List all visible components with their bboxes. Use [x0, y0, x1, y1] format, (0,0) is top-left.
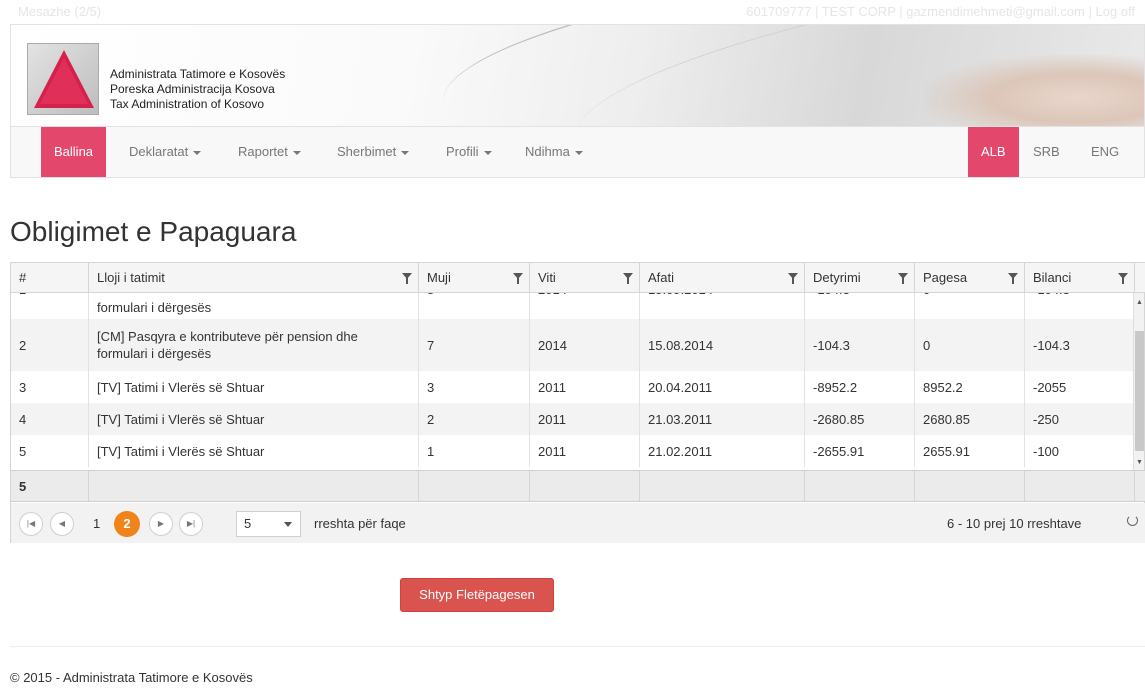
- col-header-pagesa[interactable]: Pagesa: [915, 263, 1025, 293]
- main-nav: Ballina Deklaratat Raportet Sherbimet Pr…: [10, 126, 1145, 178]
- lang-srb[interactable]: SRB: [1033, 127, 1060, 177]
- col-header-bilanci[interactable]: Bilanci: [1025, 263, 1135, 293]
- next-page-icon[interactable]: ▶: [149, 512, 173, 536]
- nav-item-profili[interactable]: Profili: [446, 127, 492, 177]
- lang-eng[interactable]: ENG: [1091, 127, 1119, 177]
- filter-icon[interactable]: [623, 273, 633, 284]
- header-banner: Administrata Tatimore e Kosovës Poreska …: [10, 24, 1145, 126]
- col-header-viti[interactable]: Viti: [530, 263, 640, 293]
- org-name: Administrata Tatimore e Kosovës Poreska …: [110, 67, 286, 111]
- messages-link[interactable]: Mesazhe (2/5): [18, 4, 101, 19]
- scroll-up-icon[interactable]: ▲: [1136, 299, 1143, 306]
- grid-body[interactable]: 1 formulari i dërgesës 8 2014 15.09.2014…: [11, 293, 1135, 470]
- table-row[interactable]: 4 [TV] Tatimi i Vlerës së Shtuar 2 2011 …: [11, 403, 1135, 435]
- chevron-down-icon: [292, 150, 301, 155]
- page-title: Obligimet e Papaguara: [10, 216, 297, 247]
- filter-icon[interactable]: [1118, 273, 1128, 284]
- nav-item-deklaratat[interactable]: Deklaratat: [129, 127, 202, 177]
- nav-item-ballina[interactable]: Ballina: [41, 127, 107, 177]
- last-page-icon[interactable]: ▶|: [179, 512, 203, 536]
- page-2[interactable]: 2: [114, 511, 140, 537]
- divider: [10, 646, 1145, 647]
- table-row[interactable]: 1 formulari i dërgesës 8 2014 15.09.2014…: [11, 293, 1135, 319]
- prev-page-icon[interactable]: ◀: [50, 512, 74, 536]
- banner-hand-image: [924, 55, 1144, 126]
- copyright: © 2015 - Administrata Tatimore e Kosovës: [10, 670, 253, 685]
- top-bar: Mesazhe (2/5) 601709777 | TEST CORP | ga…: [0, 0, 1145, 24]
- chevron-down-icon: [483, 150, 492, 155]
- refresh-icon[interactable]: [1127, 515, 1138, 526]
- page-size-label: rreshta për faqe: [314, 516, 406, 531]
- grid-header: # Lloji i tatimit Muji Viti Afati Detyri…: [11, 263, 1145, 293]
- print-payment-slip-button[interactable]: Shtyp Fletëpagesen: [400, 578, 554, 612]
- table-row[interactable]: 2 [CM] Pasqyra e kontributeve për pensio…: [11, 319, 1135, 371]
- filter-icon[interactable]: [788, 273, 798, 284]
- table-row[interactable]: 5 [TV] Tatimi i Vlerës së Shtuar 1 2011 …: [11, 435, 1135, 467]
- col-header-afati[interactable]: Afati: [640, 263, 805, 293]
- tak-logo-icon: [27, 43, 99, 115]
- chevron-down-icon: [574, 150, 583, 155]
- filter-icon[interactable]: [898, 273, 908, 284]
- row-count: 5: [11, 471, 89, 501]
- obligations-grid: # Lloji i tatimit Muji Viti Afati Detyri…: [10, 262, 1145, 543]
- first-page-icon[interactable]: |◀: [19, 512, 43, 536]
- col-header-type[interactable]: Lloji i tatimit: [89, 263, 419, 293]
- pager-info: 6 - 10 prej 10 rreshtave: [947, 516, 1082, 531]
- filter-icon[interactable]: [1008, 273, 1018, 284]
- scroll-down-icon[interactable]: ▼: [1136, 459, 1143, 466]
- page-1[interactable]: 1: [93, 512, 100, 536]
- chevron-down-icon: [284, 522, 292, 527]
- nav-item-sherbimet[interactable]: Sherbimet: [337, 127, 410, 177]
- col-header-muji[interactable]: Muji: [419, 263, 530, 293]
- col-header-detyrimi[interactable]: Detyrimi: [805, 263, 915, 293]
- nav-item-ndihma[interactable]: Ndihma: [525, 127, 583, 177]
- scrollbar-thumb[interactable]: [1135, 331, 1144, 451]
- filter-icon[interactable]: [513, 273, 523, 284]
- nav-item-raportet[interactable]: Raportet: [238, 127, 301, 177]
- col-header-num[interactable]: #: [11, 263, 89, 293]
- filter-icon[interactable]: [402, 273, 412, 284]
- grid-footer: 5: [11, 470, 1145, 502]
- lang-alb[interactable]: ALB: [968, 127, 1019, 177]
- chevron-down-icon: [401, 150, 410, 155]
- pager: |◀ ◀ 1 2 ▶ ▶| 5 rreshta për faqe 6 - 10 …: [11, 503, 1145, 543]
- vertical-scrollbar[interactable]: ▲ ▼: [1133, 293, 1144, 470]
- chevron-down-icon: [193, 150, 202, 155]
- page-size-select[interactable]: 5: [236, 511, 301, 537]
- table-row[interactable]: 3 [TV] Tatimi i Vlerës së Shtuar 3 2011 …: [11, 371, 1135, 403]
- account-info[interactable]: 601709777 | TEST CORP | gazmendimehmeti@…: [746, 4, 1135, 19]
